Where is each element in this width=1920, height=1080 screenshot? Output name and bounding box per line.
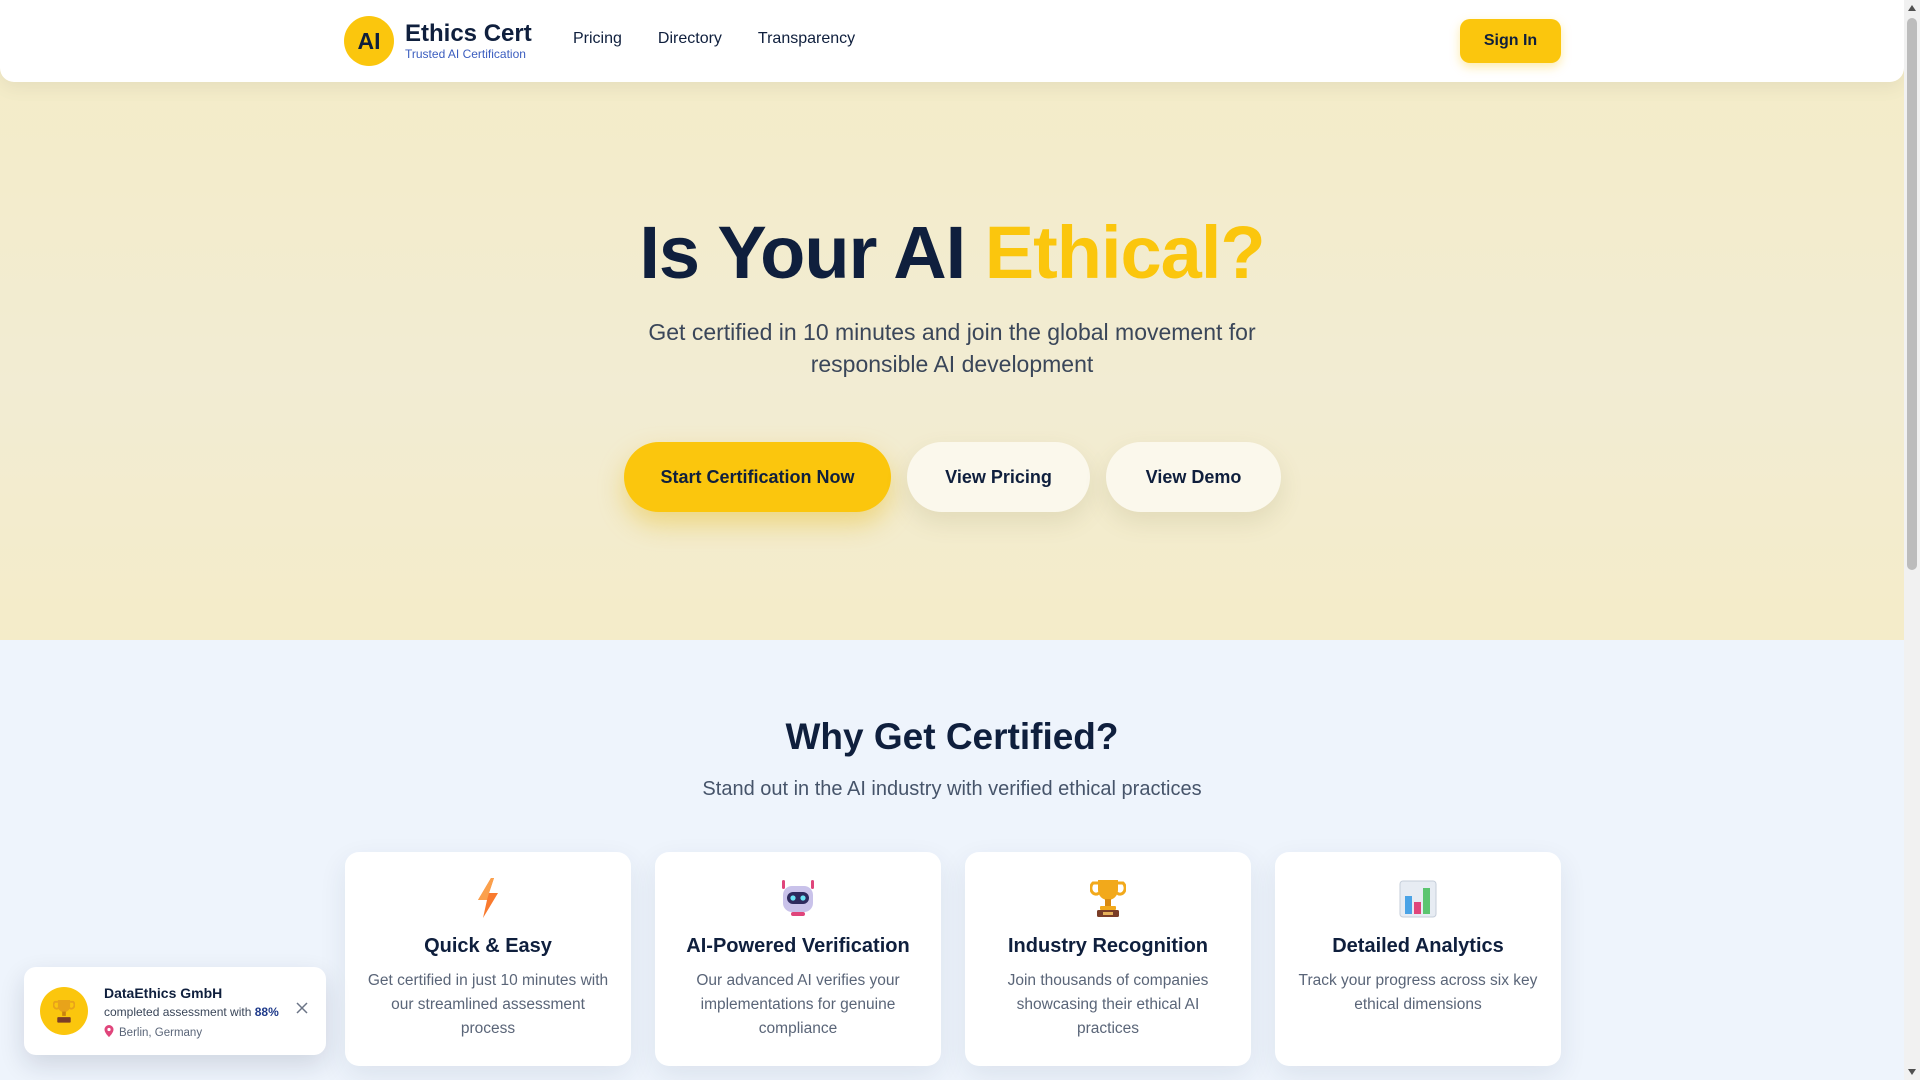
hero-section: Is Your AI Ethical? Get certified in 10 … (0, 0, 1904, 640)
page-viewport: Is Your AI Ethical? Get certified in 10 … (0, 0, 1904, 1080)
nav-link-pricing[interactable]: Pricing (573, 30, 622, 48)
start-certification-button[interactable]: Start Certification Now (624, 442, 891, 512)
scrollbar-thumb[interactable] (1907, 18, 1917, 570)
toast-close-button[interactable] (294, 1001, 310, 1017)
feature-card-title: Detailed Analytics (1332, 935, 1504, 957)
feature-card-description: Track your progress across six key ethic… (1298, 972, 1538, 1013)
toast-location-text: Berlin, Germany (119, 1026, 203, 1039)
view-demo-button[interactable]: View Demo (1106, 442, 1281, 512)
logo-badge: AI (344, 16, 394, 66)
main-nav: Pricing Directory Transparency (573, 30, 855, 48)
site-header: AI Ethics Cert Trusted AI Certification … (0, 0, 1904, 82)
feature-card-description: Join thousands of companies showcasing t… (1007, 972, 1209, 1037)
why-section-title: Why Get Certified? (785, 716, 1119, 757)
feature-card-title: AI-Powered Verification (686, 935, 910, 957)
hero-title-main: Is Your AI (639, 211, 985, 294)
activity-toast: DataEthics GmbH completed assessment wit… (24, 967, 326, 1055)
toast-company-name: DataEthics GmbH (104, 985, 223, 1001)
hero-subtitle: Get certified in 10 minutes and join the… (648, 319, 1256, 377)
bar-chart-icon (1275, 878, 1561, 918)
scroll-down-arrow-icon[interactable] (1904, 1064, 1920, 1080)
close-icon (296, 1001, 308, 1014)
scroll-up-arrow-icon[interactable] (1904, 0, 1920, 16)
feature-card-description: Get certified in just 10 minutes with ou… (367, 972, 609, 1037)
nav-link-directory[interactable]: Directory (658, 30, 722, 48)
toast-score: 88% (254, 1005, 279, 1019)
lightning-icon (345, 878, 631, 918)
feature-card-ai-verification: AI-Powered Verification Our advanced AI … (655, 852, 941, 1066)
feature-card-industry-recognition: Industry Recognition Join thousands of c… (965, 852, 1251, 1066)
brand-logo-link[interactable]: AI Ethics Cert Trusted AI Certification (344, 16, 532, 66)
hero-title-accent: Ethical? (984, 211, 1266, 294)
feature-card-detailed-analytics: Detailed Analytics Track your progress a… (1275, 852, 1561, 1066)
brand-text: Ethics Cert Trusted AI Certification (405, 20, 532, 62)
trophy-icon (40, 987, 88, 1035)
toast-location: Berlin, Germany (104, 1025, 202, 1040)
trophy-icon (965, 878, 1251, 918)
hero-title: Is Your AI Ethical? (0, 210, 1904, 295)
brand-title: Ethics Cert (405, 20, 532, 47)
feature-card-description: Our advanced AI verifies your implementa… (696, 972, 900, 1037)
location-pin-icon (104, 1025, 114, 1040)
view-pricing-button[interactable]: View Pricing (907, 442, 1090, 512)
brand-subtitle: Trusted AI Certification (405, 47, 526, 61)
feature-card-quick-easy: Quick & Easy Get certified in just 10 mi… (345, 852, 631, 1066)
toast-message: completed assessment with 88% (104, 1005, 279, 1019)
robot-icon (655, 878, 941, 918)
nav-link-transparency[interactable]: Transparency (758, 30, 855, 48)
toast-message-prefix: completed assessment with (104, 1005, 255, 1019)
feature-card-title: Quick & Easy (424, 935, 552, 957)
feature-card-title: Industry Recognition (1008, 935, 1208, 957)
why-section-subtitle: Stand out in the AI industry with verifi… (702, 778, 1202, 800)
sign-in-button[interactable]: Sign In (1460, 19, 1561, 63)
page-scrollbar[interactable] (1904, 0, 1920, 1080)
